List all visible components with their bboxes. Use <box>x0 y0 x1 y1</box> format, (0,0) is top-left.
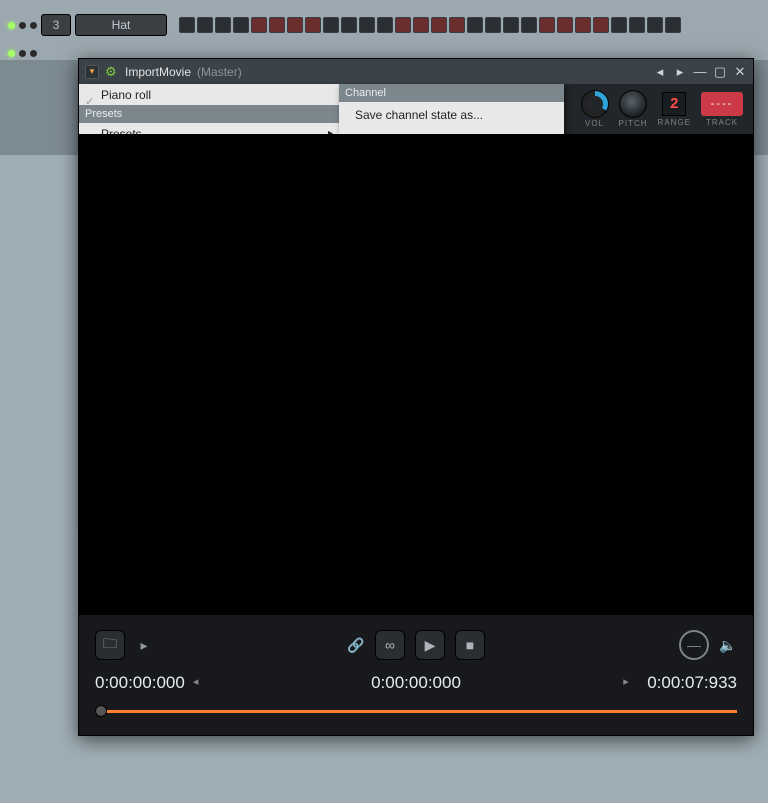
plugin-title: ImportMovie <box>125 65 191 79</box>
menu-label: Piano roll <box>101 88 151 102</box>
pitch-label: PITCH <box>619 119 648 128</box>
plugin-menu-button[interactable] <box>85 65 99 79</box>
stop-button[interactable]: ■ <box>455 630 485 660</box>
step-sequencer[interactable] <box>179 17 681 33</box>
knob-dial-icon[interactable] <box>619 90 647 118</box>
volume-label: VOL <box>585 119 604 128</box>
track-label: TRACK <box>706 118 738 127</box>
loop-button[interactable]: ∞ <box>375 630 405 660</box>
channel-knob-icon[interactable] <box>30 50 37 57</box>
video-area: 🗀 ▸ 🔗 ∞ ▶ ■ — 🔈 <box>79 134 753 735</box>
link-icon[interactable]: 🔗 <box>347 636 365 654</box>
channel-name[interactable]: Hat <box>75 14 167 36</box>
maximize-button[interactable]: ▢ <box>713 65 727 79</box>
titlebar: ⚙ ImportMovie (Master) ◂ ▸ — ▢ ✕ <box>79 59 753 84</box>
time-start: 0:00:00:000 <box>95 673 185 693</box>
time-current: 0:00:00:000 <box>371 673 461 693</box>
next-preset-button[interactable]: ▸ <box>673 65 687 79</box>
time-end: 0:00:07:933 <box>647 673 737 693</box>
knob-dial-icon[interactable] <box>581 90 609 118</box>
pitch-knob[interactable]: PITCH <box>619 90 648 128</box>
play-icon: ▶ <box>425 637 436 654</box>
channel-row[interactable]: 3 Hat <box>0 12 768 38</box>
step-back-button[interactable]: ◂ <box>193 675 209 691</box>
progress-track <box>95 710 737 713</box>
menu-piano-roll[interactable]: Piano roll <box>79 84 339 105</box>
submenu-header: Channel <box>339 84 564 102</box>
dash-icon: — <box>687 637 701 653</box>
progress-thumb[interactable] <box>95 705 107 717</box>
plugin-subtitle: (Master) <box>197 65 242 79</box>
channel-led-icon[interactable] <box>8 22 15 29</box>
plugin-window: ⚙ ImportMovie (Master) ◂ ▸ — ▢ ✕ VOL PIT… <box>78 58 754 736</box>
range-label: RANGE <box>658 118 691 127</box>
settings-circle-button[interactable]: — <box>679 630 709 660</box>
track-field[interactable]: ---- TRACK <box>701 92 743 127</box>
channel-number[interactable]: 3 <box>41 14 71 36</box>
menu-section-presets: Presets <box>79 105 339 123</box>
menu-label: Save channel state as... <box>355 108 483 122</box>
open-file-button[interactable]: 🗀 <box>95 630 125 660</box>
stop-icon: ■ <box>466 637 474 653</box>
channel-knob-icon[interactable] <box>30 22 37 29</box>
volume-icon[interactable]: 🔈 <box>719 636 737 654</box>
close-button[interactable]: ✕ <box>733 65 747 79</box>
track-value[interactable]: ---- <box>701 92 743 116</box>
play-button[interactable]: ▶ <box>415 630 445 660</box>
infinity-icon: ∞ <box>385 637 395 653</box>
folder-icon: 🗀 <box>103 633 117 657</box>
channel-led-icon[interactable] <box>8 50 15 57</box>
channel-knob-icon[interactable] <box>19 50 26 57</box>
dropdown-button[interactable]: ▸ <box>135 636 153 654</box>
channel-knob-icon[interactable] <box>19 22 26 29</box>
step-fwd-button[interactable]: ▸ <box>623 675 639 691</box>
transport-bar: 🗀 ▸ 🔗 ∞ ▶ ■ — 🔈 <box>79 615 753 735</box>
minimize-button[interactable]: — <box>693 65 707 79</box>
range-field[interactable]: 2 RANGE <box>658 92 691 127</box>
submenu-save-channel-state[interactable]: Save channel state as... <box>339 102 564 128</box>
header-controls: VOL PITCH 2 RANGE ---- TRACK <box>563 84 753 134</box>
range-value[interactable]: 2 <box>662 92 686 116</box>
gear-icon[interactable]: ⚙ <box>105 65 119 79</box>
volume-knob[interactable]: VOL <box>581 90 609 128</box>
prev-preset-button[interactable]: ◂ <box>653 65 667 79</box>
progress-bar[interactable] <box>95 707 737 715</box>
